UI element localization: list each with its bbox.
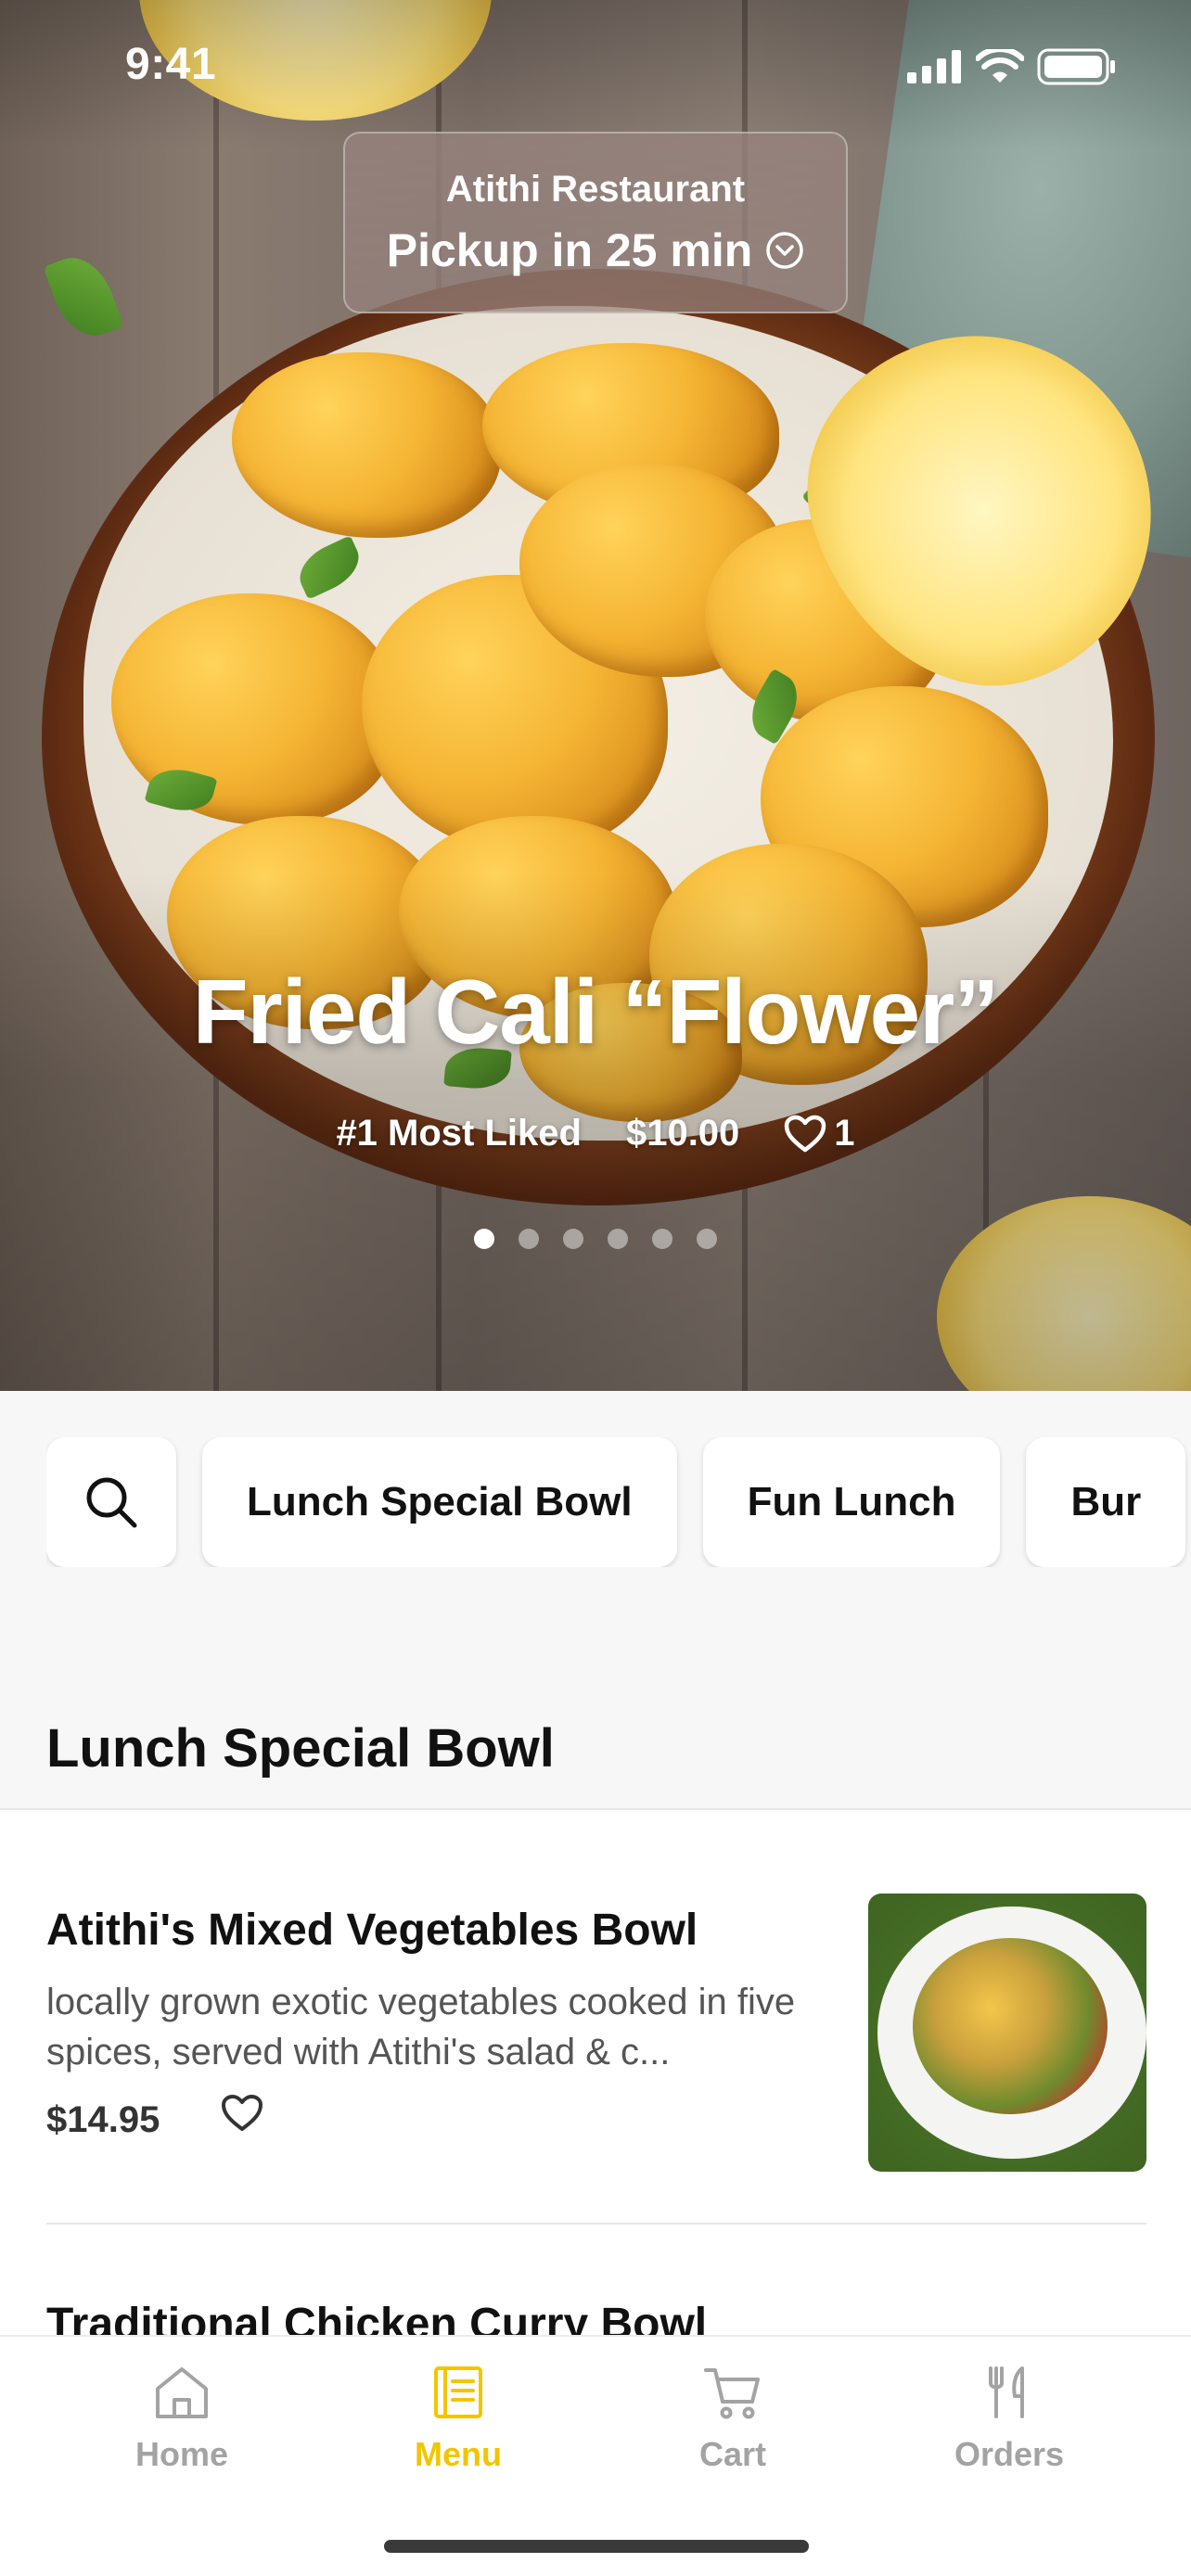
restaurant-name: Atithi Restaurant <box>445 169 746 210</box>
search-button[interactable] <box>46 1437 176 1567</box>
tab-menu[interactable]: Menu <box>365 2365 551 2474</box>
tab-home[interactable]: Home <box>89 2365 275 2474</box>
wifi-icon <box>976 49 1024 83</box>
home-indicator[interactable] <box>384 2540 809 2553</box>
category-pill-partial[interactable]: Bur <box>1026 1437 1186 1567</box>
battery-icon <box>1037 48 1115 85</box>
heart-icon <box>785 1115 826 1152</box>
section-title: Lunch Special Bowl <box>46 1718 555 1779</box>
search-icon <box>86 1477 137 1528</box>
carousel-dots <box>0 1229 1191 1249</box>
featured-item-meta: #1 Most Liked $10.00 1 <box>0 1113 1191 1154</box>
carousel-dot[interactable] <box>474 1229 494 1249</box>
menu-item-list: Atithi's Mixed Vegetables Bowl locally g… <box>0 1808 1191 2337</box>
featured-price: $10.00 <box>625 1113 740 1154</box>
divider <box>46 2223 1146 2225</box>
tab-label: Cart <box>698 2435 767 2473</box>
home-icon <box>156 2367 208 2418</box>
fork-knife-icon <box>989 2366 1024 2418</box>
cellular-signal-icon <box>907 50 961 83</box>
chevron-down-circle-icon <box>766 232 804 269</box>
heart-icon[interactable] <box>221 2094 263 2133</box>
status-bar: 9:41 <box>0 0 1191 130</box>
menu-item-description: locally grown exotic vegetables cooked i… <box>46 1982 796 2072</box>
category-bar: Lunch Special Bowl Fun Lunch Bur <box>46 1437 1191 1567</box>
pickup-selector[interactable]: Atithi Restaurant Pickup in 25 min <box>343 132 848 313</box>
carousel-dot[interactable] <box>563 1229 583 1249</box>
menu-item-price: $14.95 <box>46 2099 160 2140</box>
tab-orders[interactable]: Orders <box>916 2365 1102 2474</box>
menu-item-photo <box>868 1894 1146 2172</box>
featured-item-title: Fried Cali “Flower” <box>192 961 1000 1063</box>
carousel-dot[interactable] <box>608 1229 628 1249</box>
cart-icon <box>704 2368 760 2419</box>
pickup-eta: Pickup in 25 min <box>386 224 753 276</box>
carousel-dot[interactable] <box>652 1229 672 1249</box>
carousel-dot[interactable] <box>697 1229 717 1249</box>
tab-label: Orders <box>954 2435 1065 2473</box>
tab-label: Home <box>134 2435 229 2473</box>
tab-label: Menu <box>415 2435 502 2473</box>
menu-item-name: Atithi's Mixed Vegetables Bowl <box>46 1906 698 1955</box>
featured-likes[interactable]: 1 <box>784 1113 855 1154</box>
tab-cart[interactable]: Cart <box>640 2365 826 2474</box>
featured-badge: #1 Most Liked <box>336 1113 582 1154</box>
carousel-dot[interactable] <box>519 1229 539 1249</box>
category-pill-fun-lunch[interactable]: Fun Lunch <box>702 1437 1001 1567</box>
likes-count: 1 <box>834 1113 855 1154</box>
status-time: 9:41 <box>125 40 217 89</box>
category-pill-lunch-special-bowl[interactable]: Lunch Special Bowl <box>202 1437 677 1567</box>
menu-item[interactable]: Atithi's Mixed Vegetables Bowl locally g… <box>46 1894 1146 2172</box>
menu-book-icon <box>434 2366 482 2418</box>
menu-item-name[interactable]: Traditional Chicken Curry Bowl <box>46 2299 707 2337</box>
